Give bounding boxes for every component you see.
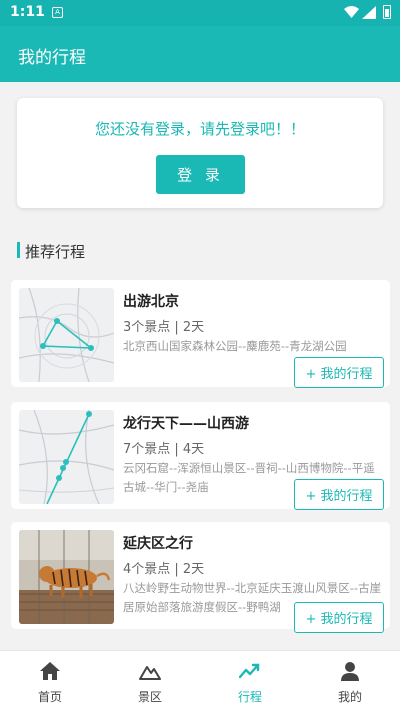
nav-item-home[interactable]: 首页 <box>0 651 100 711</box>
app-bar: 我的行程 <box>0 26 400 82</box>
add-to-my-trips-button[interactable]: + 我的行程 <box>294 357 384 388</box>
login-prompt: 您还没有登录，请先登录吧！！ <box>94 120 305 138</box>
add-to-my-trips-button[interactable]: + 我的行程 <box>294 479 384 510</box>
trip-name: 出游北京 <box>123 294 179 310</box>
section-title-label: 推荐行程 <box>25 243 86 261</box>
bottom-nav: 首页 景区 行程 我的 <box>0 650 400 711</box>
map-thumbnail <box>19 288 114 382</box>
trip-card[interactable]: 出游北京 3个景点 | 2天 北京西山国家森林公园--麋鹿苑--青龙湖公园 + … <box>11 280 390 388</box>
nav-item-trips[interactable]: 行程 <box>200 651 300 711</box>
notification-icon: A <box>52 7 63 18</box>
add-to-my-trips-button[interactable]: + 我的行程 <box>294 602 384 633</box>
nav-item-scenic[interactable]: 景区 <box>100 651 200 711</box>
login-card: 您还没有登录，请先登录吧！！ 登 录 <box>17 98 383 208</box>
nav-label: 首页 <box>37 690 62 704</box>
mountain-icon <box>139 666 161 680</box>
trip-meta: 7个景点 | 4天 <box>123 442 205 457</box>
status-bar: 1:11 A <box>0 0 400 26</box>
battery-icon <box>383 5 391 19</box>
person-icon <box>341 662 359 681</box>
login-button[interactable]: 登 录 <box>156 155 245 194</box>
tiger-photo <box>19 530 114 624</box>
trip-name: 延庆区之行 <box>123 536 193 552</box>
signal-icon <box>362 6 376 19</box>
trend-icon <box>239 663 260 679</box>
trip-route: 北京西山国家森林公园--麋鹿苑--青龙湖公园 <box>123 339 347 353</box>
section-title: 推荐行程 <box>17 241 85 262</box>
trip-meta: 4个景点 | 2天 <box>123 562 205 577</box>
trip-card[interactable]: 龙行天下——山西游 7个景点 | 4天 云冈石窟--浑源恒山景区--晋祠--山西… <box>11 402 390 510</box>
home-icon <box>40 662 60 680</box>
trip-card[interactable]: 延庆区之行 4个景点 | 2天 八达岭野生动物世界--北京延庆玉渡山风景区--古… <box>11 522 390 633</box>
nav-label: 景区 <box>137 690 162 704</box>
nav-label: 我的 <box>337 690 362 704</box>
nav-item-mine[interactable]: 我的 <box>300 651 400 711</box>
nav-label: 行程 <box>237 690 262 704</box>
trip-meta: 3个景点 | 2天 <box>123 320 205 335</box>
trip-name: 龙行天下——山西游 <box>123 416 249 432</box>
page-title: 我的行程 <box>18 48 86 68</box>
wifi-icon <box>344 6 359 18</box>
map-thumbnail <box>19 410 114 504</box>
status-time: 1:11 <box>10 4 45 20</box>
